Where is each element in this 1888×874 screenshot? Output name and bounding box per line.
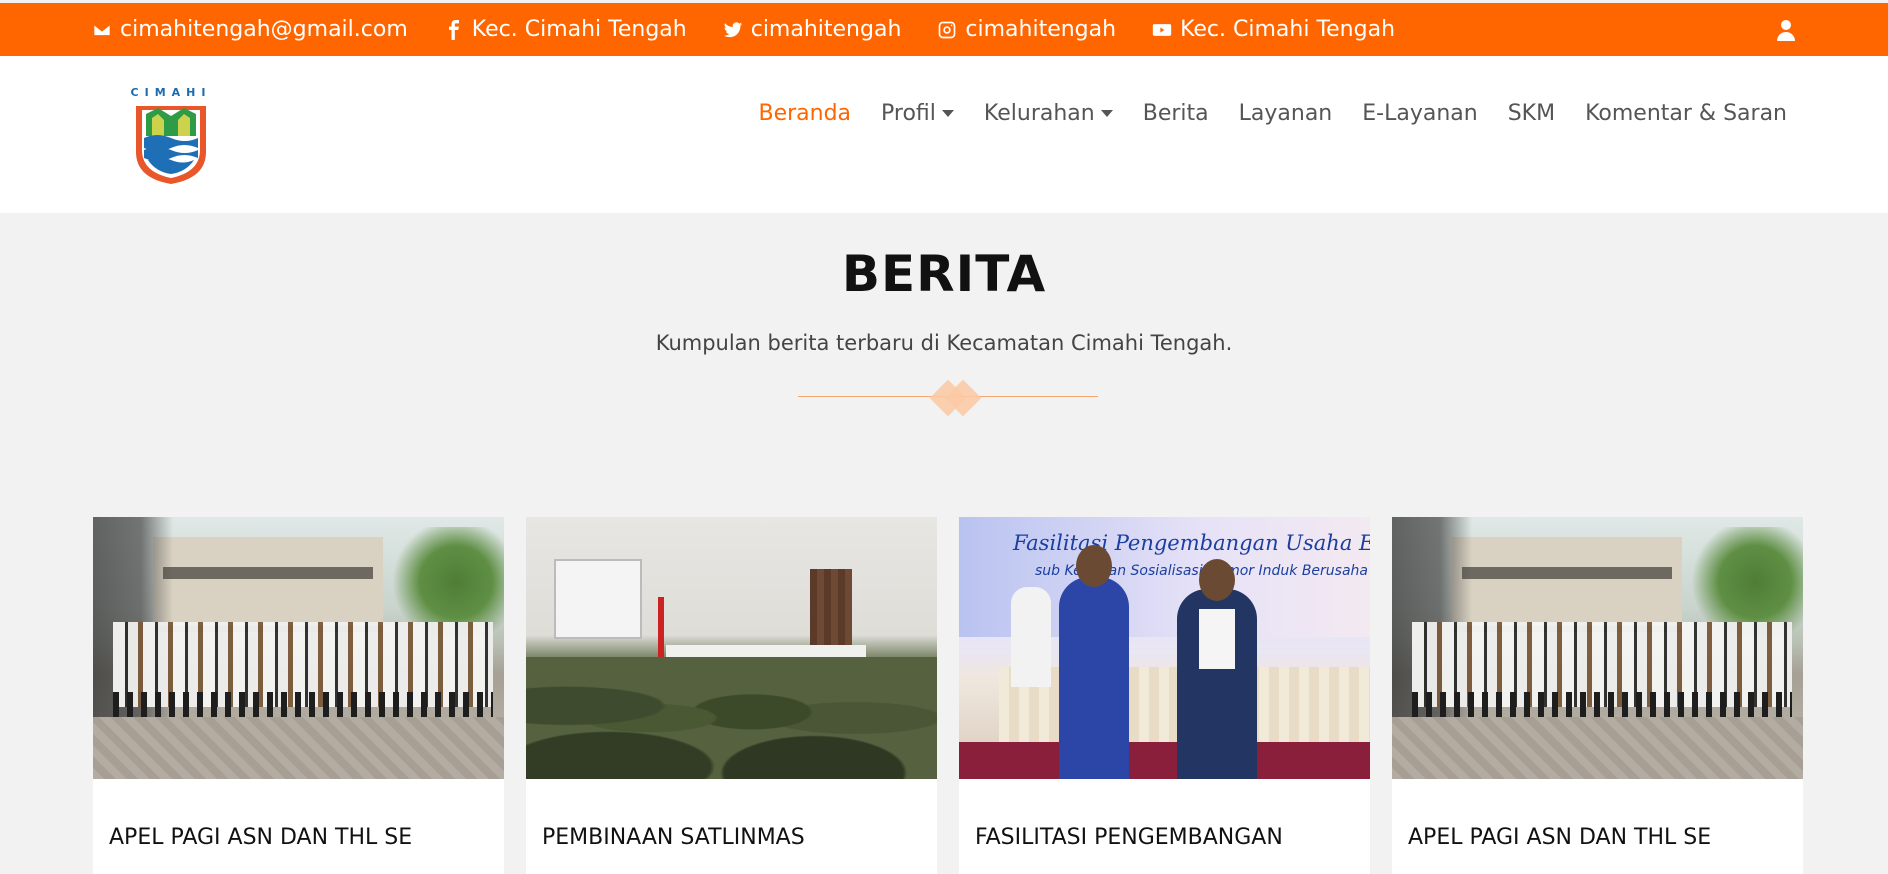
news-card[interactable]: PEMBINAAN SATLINMAS [526, 517, 937, 874]
photo-person-background [1011, 587, 1051, 687]
photo-banner-title: Fasilitasi Pengembangan Usaha Ekonomi Ma… [1013, 531, 1370, 555]
photo-projector-screen [554, 559, 642, 639]
facebook-icon [448, 19, 459, 40]
photo-person-right [1177, 589, 1257, 779]
news-card[interactable]: Fasilitasi Pengembangan Usaha Ekonomi Ma… [959, 517, 1370, 874]
caret-down-icon [941, 109, 954, 117]
nav-skm-label: SKM [1507, 100, 1556, 126]
nav-layanan-label: Layanan [1238, 100, 1333, 126]
nav-layanan[interactable]: Layanan [1239, 101, 1333, 126]
nav-kelurahan-label: Kelurahan [983, 100, 1095, 126]
news-thumbnail[interactable]: Fasilitasi Pengembangan Usaha Ekonomi Ma… [959, 517, 1370, 779]
news-card[interactable]: APEL PAGI ASN DAN THL SE [93, 517, 504, 874]
main-nav: Beranda Profil Kelurahan Berita Layanan … [758, 23, 1787, 203]
facebook-text: Kec. Cimahi Tengah [471, 17, 687, 42]
news-card-title[interactable]: PEMBINAAN SATLINMAS [526, 825, 937, 850]
nav-beranda[interactable]: Beranda [758, 101, 851, 126]
news-thumbnail[interactable] [526, 517, 937, 779]
twitter-icon [723, 21, 742, 37]
nav-e-layanan-label: E-Layanan [1362, 100, 1478, 126]
page-subtitle: Kumpulan berita terbaru di Kecamatan Cim… [655, 331, 1233, 355]
photo-ground [93, 717, 504, 779]
photo-head-left [1076, 545, 1112, 587]
nav-kelurahan[interactable]: Kelurahan [984, 101, 1113, 126]
photo-trees [384, 527, 504, 637]
nav-beranda-label: Beranda [758, 100, 852, 126]
news-card-list: APEL PAGI ASN DAN THL SE PEMBINAAN SATLI… [93, 517, 1803, 874]
photo-carpet [959, 742, 1370, 779]
nav-skm[interactable]: SKM [1508, 101, 1555, 126]
photo-audience [526, 657, 937, 779]
photo-ground [1392, 717, 1803, 779]
nav-komentar-saran[interactable]: Komentar & Saran [1585, 101, 1787, 126]
nav-komentar-saran-label: Komentar & Saran [1585, 100, 1787, 126]
news-card-title[interactable]: APEL PAGI ASN DAN THL SE [93, 825, 504, 850]
news-card-title[interactable]: FASILITASI PENGEMBANGAN [959, 825, 1370, 850]
nav-berita[interactable]: Berita [1143, 101, 1209, 126]
photo-person-left [1059, 577, 1129, 779]
nav-berita-label: Berita [1142, 100, 1209, 126]
news-thumbnail[interactable] [93, 517, 504, 779]
email-link[interactable]: cimahitengah@gmail.com [92, 17, 408, 42]
nav-profil-label: Profil [881, 100, 936, 126]
facebook-link[interactable]: Kec. Cimahi Tengah [444, 17, 687, 42]
photo-building [1452, 537, 1682, 632]
photo-trees [1683, 527, 1803, 637]
photo-head-right [1199, 559, 1235, 601]
news-card-title[interactable]: APEL PAGI ASN DAN THL SE [1392, 825, 1803, 850]
cimahi-logo[interactable]: CIMAHI [122, 86, 220, 186]
photo-building [153, 537, 383, 632]
caret-down-icon [1100, 109, 1113, 117]
nav-e-layanan[interactable]: E-Layanan [1362, 101, 1477, 126]
title-divider [798, 379, 1098, 417]
cimahi-emblem-icon [136, 106, 206, 184]
news-thumbnail[interactable] [1392, 517, 1803, 779]
logo-text: CIMAHI [130, 86, 212, 99]
envelope-icon [93, 23, 111, 36]
news-card[interactable]: APEL PAGI ASN DAN THL SE [1392, 517, 1803, 874]
site-header: CIMAHI Beranda Profil Kelurahan Berita L… [0, 56, 1888, 213]
page-title: BERITA [841, 245, 1047, 303]
nav-profil[interactable]: Profil [881, 101, 954, 126]
email-text: cimahitengah@gmail.com [120, 17, 408, 42]
